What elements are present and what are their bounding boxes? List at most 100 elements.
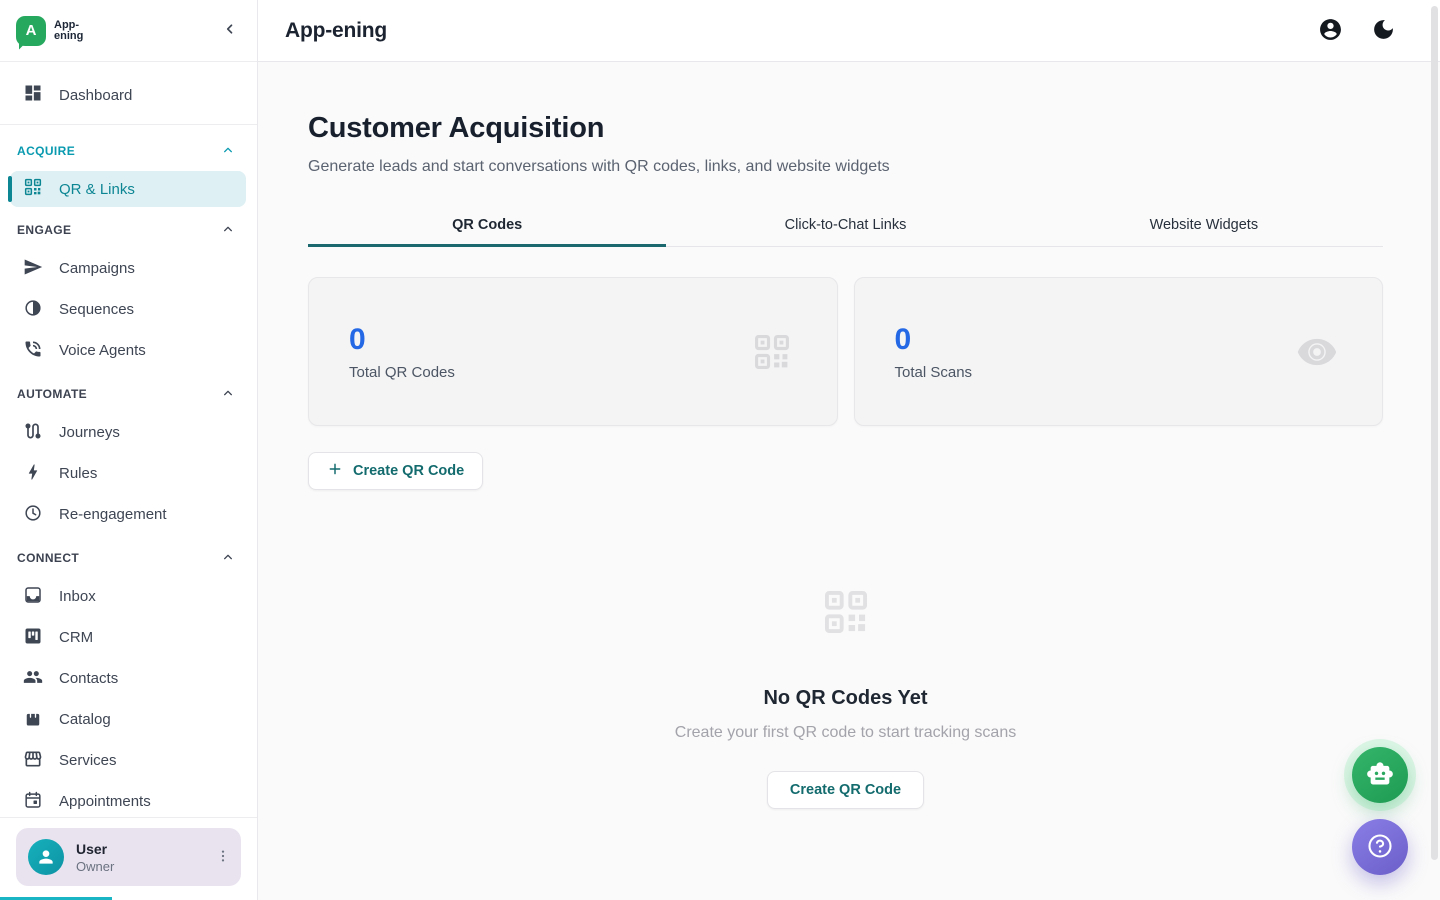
qr-code-icon [23,177,43,201]
people-icon [23,667,43,691]
storefront-icon [23,749,43,773]
sidebar-divider [0,124,257,125]
sidebar-footer: User Owner [0,817,257,900]
chevron-up-icon [220,549,236,568]
app-logo: A App- ening [16,16,83,46]
eye-icon [1296,331,1338,373]
route-icon [23,421,43,445]
sidebar-collapse-button[interactable] [221,20,239,41]
section-label: AUTOMATE [17,387,87,401]
sidebar-item-inbox[interactable]: Inbox [0,576,257,617]
stat-value: 0 [895,323,973,357]
sidebar-item-dashboard[interactable]: Dashboard [0,74,257,116]
sidebar-item-qr-links[interactable]: QR & Links [10,171,246,207]
sidebar-item-label: Dashboard [59,87,132,104]
sidebar-item-label: Voice Agents [59,342,146,359]
person-icon [36,847,56,867]
create-qr-code-button[interactable]: Create QR Code [308,452,483,490]
account-circle-icon [1318,17,1343,45]
bolt-icon [23,462,43,486]
moon-icon [1371,17,1396,45]
sidebar: A App- ening Dashboard ACQUIRE [0,0,258,900]
sidebar-item-appointments[interactable]: Appointments [0,781,257,817]
logo-text: App- ening [54,20,83,42]
sidebar-item-label: Journeys [59,424,120,441]
sidebar-item-label: Re-engagement [59,506,167,523]
plus-icon [327,461,343,481]
kanban-icon [23,626,43,650]
sidebar-item-contacts[interactable]: Contacts [0,658,257,699]
section-label: ACQUIRE [17,144,75,158]
tab-bar: QR Codes Click-to-Chat Links Website Wid… [308,207,1383,247]
section-engage[interactable]: ENGAGE [0,212,257,248]
account-button[interactable] [1318,17,1343,45]
help-icon [1366,832,1394,863]
sidebar-item-label: Services [59,752,117,769]
sidebar-item-label: Rules [59,465,97,482]
half-circle-icon [23,298,43,322]
section-automate[interactable]: AUTOMATE [0,376,257,412]
sidebar-item-campaigns[interactable]: Campaigns [0,248,257,289]
app-title: App-ening [285,19,387,43]
section-label: ENGAGE [17,223,71,237]
sidebar-item-crm[interactable]: CRM [0,617,257,658]
sidebar-item-rules[interactable]: Rules [0,453,257,494]
app-window: A App- ening Dashboard ACQUIRE [0,0,1440,900]
logo-badge-icon: A [16,16,46,46]
user-menu-button[interactable] [215,848,231,867]
calendar-icon [23,790,43,814]
sidebar-item-journeys[interactable]: Journeys [0,412,257,453]
user-name: User [76,841,114,857]
sidebar-nav: Dashboard ACQUIRE QR & Links ENGAGE Camp… [0,62,257,817]
section-connect[interactable]: CONNECT [0,540,257,576]
user-role: Owner [76,859,114,874]
qr-code-icon [751,331,793,373]
stats-row: 0 Total QR Codes 0 Total Scans [308,277,1383,426]
sidebar-item-re-engagement[interactable]: Re-engagement [0,494,257,535]
content: Customer Acquisition Generate leads and … [258,62,1440,900]
tab-click-to-chat-links[interactable]: Click-to-Chat Links [666,207,1024,246]
send-icon [23,257,43,281]
robot-icon [1366,760,1394,791]
sidebar-item-label: Sequences [59,301,134,318]
user-card[interactable]: User Owner [16,828,241,886]
phone-in-talk-icon [23,339,43,363]
stat-label: Total QR Codes [349,364,455,381]
logo-letter: A [26,22,37,39]
tab-website-widgets[interactable]: Website Widgets [1025,207,1383,246]
sidebar-item-catalog[interactable]: Catalog [0,699,257,740]
empty-state-subtitle: Create your first QR code to start track… [675,721,1016,745]
chevron-up-icon [220,142,236,161]
qr-code-icon [820,586,872,643]
stat-card-total-scans: 0 Total Scans [854,277,1384,426]
user-avatar [28,839,64,875]
stat-value: 0 [349,323,455,357]
empty-state: No QR Codes Yet Create your first QR cod… [308,490,1383,809]
dark-mode-toggle[interactable] [1371,17,1396,45]
empty-state-title: No QR Codes Yet [763,685,927,711]
sidebar-item-label: Catalog [59,711,111,728]
stat-text: 0 Total Scans [895,323,973,381]
sidebar-item-services[interactable]: Services [0,740,257,781]
sidebar-item-label: QR & Links [59,181,135,198]
sidebar-item-label: Appointments [59,793,151,810]
page-scrollbar[interactable] [1431,6,1438,860]
empty-create-qr-code-button[interactable]: Create QR Code [767,771,924,809]
chevron-up-icon [220,221,236,240]
sidebar-item-label: Contacts [59,670,118,687]
sidebar-item-label: CRM [59,629,93,646]
section-acquire[interactable]: ACQUIRE [0,133,257,169]
dots-vertical-icon [215,848,231,867]
tab-qr-codes[interactable]: QR Codes [308,207,666,246]
chevron-up-icon [220,385,236,404]
page-subtitle: Generate leads and start conversations w… [308,155,1383,179]
sidebar-header: A App- ening [0,0,257,62]
assistant-fab[interactable] [1352,747,1408,803]
sidebar-item-label: Inbox [59,588,96,605]
shopping-bag-icon [23,708,43,732]
help-fab[interactable] [1352,819,1408,875]
dashboard-icon [23,83,43,107]
sidebar-item-sequences[interactable]: Sequences [0,289,257,330]
topbar: App-ening [258,0,1440,62]
sidebar-item-voice-agents[interactable]: Voice Agents [0,330,257,371]
